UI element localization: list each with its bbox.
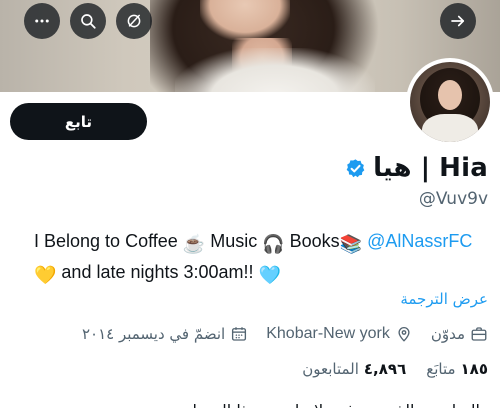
display-name-row: هيا | Hia [345, 152, 488, 184]
profile-bio: I Belong to Coffee ☕ Music 🎧 Books📚 @AlN… [34, 227, 494, 289]
followers-count: ٤,٨٩٦ [363, 360, 407, 378]
avatar-image [410, 62, 490, 142]
location-item: Khobar-New york [266, 325, 413, 343]
yellow-heart-emoji-icon: 💛 [34, 265, 57, 285]
back-button[interactable] [440, 3, 476, 39]
following-count: ١٨٥ [460, 360, 488, 378]
grok-button[interactable] [116, 3, 152, 39]
books-emoji-icon: 📚 [339, 234, 363, 254]
verified-badge-icon[interactable] [345, 158, 366, 179]
following-label: متابَع [426, 360, 456, 378]
avatar[interactable] [406, 58, 494, 146]
search-icon [81, 14, 96, 29]
display-name: هيا | Hia [373, 153, 488, 183]
following-link[interactable]: ١٨٥ متابَع [426, 360, 488, 378]
user-handle: @Vuv9v [418, 189, 488, 209]
mention-link[interactable]: @AlNassrFC [362, 231, 472, 251]
more-button[interactable] [24, 3, 60, 39]
category-item: مدوّن [431, 325, 488, 343]
calendar-icon [232, 327, 247, 341]
headphones-emoji-icon: 🎧 [262, 234, 285, 254]
followers-label: المتابعون [302, 360, 359, 378]
arrow-right-icon [451, 15, 465, 27]
more-horizontal-icon [35, 19, 49, 23]
location-pin-icon [398, 327, 410, 342]
category-label: مدوّن [430, 325, 465, 343]
follow-button[interactable]: تابع [10, 103, 147, 140]
followers-link[interactable]: ٤,٨٩٦ المتابعون [302, 360, 406, 378]
banner-face [200, 0, 290, 40]
translate-bio-link[interactable]: عرض الترجمة [400, 290, 488, 308]
joined-item: انضمّ في ديسمبر ٢٠١٤ [82, 325, 248, 343]
profile-meta: مدوّن Khobar-New york انضمّ في ديسمبر ٢٠… [82, 322, 488, 346]
slash-circle-icon [127, 14, 141, 28]
blue-heart-emoji-icon: 🩵 [258, 265, 281, 285]
banner-shirt [175, 48, 375, 92]
coffee-emoji-icon: ☕ [182, 234, 206, 254]
joined-label: انضمّ في ديسمبر ٢٠١٤ [81, 325, 226, 343]
location-label: Khobar-New york [266, 325, 390, 342]
search-button[interactable] [70, 3, 106, 39]
followers-you-know-text: المتابعون الذين تعرفهم لا يتابعون هذا ال… [40, 398, 480, 408]
follow-stats: ١٨٥ متابَع ٤,٨٩٦ المتابعون [302, 358, 488, 380]
briefcase-icon [471, 327, 487, 341]
